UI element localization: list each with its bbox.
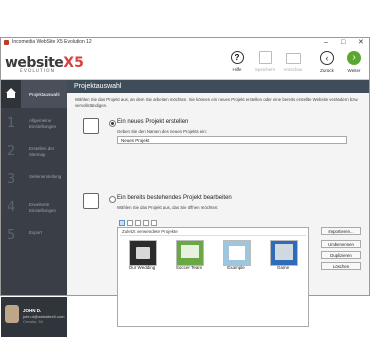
toolbar: websiteX5 EVOLUTION ? Hilfe Speichern Vo… — [1, 48, 369, 80]
project-thumbnail-soccer[interactable] — [176, 240, 204, 266]
page-header: Projektauswahl — [67, 80, 369, 93]
existing-project-label: Ein bereits bestehendes Projekt bearbeit… — [117, 195, 232, 201]
arrow-left-icon: ‹ — [320, 51, 334, 65]
next-button[interactable]: › Weiter — [341, 51, 367, 73]
project-list-caption: Zuletzt verwendete Projekte — [122, 229, 178, 234]
logo: websiteX5 EVOLUTION — [5, 55, 84, 74]
help-button[interactable]: ? Hilfe — [224, 51, 250, 72]
sidebar-item-project-selection[interactable]: Projektauswahl — [1, 80, 67, 108]
avatar — [5, 305, 19, 323]
new-project-prompt: Geben Sie den Namen des neuen Projekts e… — [117, 129, 207, 134]
new-project-radio[interactable] — [109, 120, 116, 127]
project-thumbnail-example[interactable] — [223, 240, 251, 266]
sidebar-item-export[interactable]: 5 Export — [1, 222, 67, 250]
app-icon — [4, 40, 9, 45]
view-grid-icon[interactable] — [127, 220, 133, 226]
view-thumbnails-icon[interactable] — [119, 220, 125, 226]
existing-project-prompt: Wählen Sie das Projekt aus, das Sie öffn… — [117, 205, 219, 210]
view-details-icon[interactable] — [143, 220, 149, 226]
window-title: Incomedia WebSite X5 Evolution 12 — [12, 39, 92, 45]
maximize-icon[interactable]: □ — [341, 38, 345, 48]
intro-text: Wählen Sie das Projekt aus, an dem Sie a… — [75, 97, 359, 108]
page-title: Projektauswahl — [74, 83, 122, 90]
user-profile: JOHN D. john.d@websitex5.com Creator, 34 — [1, 297, 67, 337]
sidebar-item-sitemap[interactable]: 2 Erstellen der Sitemap — [1, 138, 67, 166]
close-icon[interactable]: ✕ — [358, 38, 364, 48]
back-button[interactable]: ‹ Zurück — [314, 51, 340, 73]
project-name-field[interactable]: Neues Projekt — [117, 136, 347, 144]
delete-button[interactable]: Löschen — [321, 262, 361, 270]
new-project-label: Ein neues Projekt erstellen — [117, 119, 189, 125]
sidebar-item-general-settings[interactable]: 1 Allgemeine Einstellungen — [1, 110, 67, 138]
preview-button[interactable]: Vorschau — [280, 51, 306, 72]
sidebar-item-advanced-settings[interactable]: 4 Erweiterte Einstellungen — [1, 194, 67, 222]
project-list: Zuletzt verwendete Projekte Our Wedding … — [117, 227, 309, 327]
duplicate-button[interactable]: Duplizieren — [321, 251, 361, 259]
project-label-example[interactable]: Example — [216, 265, 256, 270]
sidebar: Projektauswahl 1 Allgemeine Einstellunge… — [1, 80, 67, 337]
project-label-game[interactable]: Game — [263, 265, 303, 270]
save-icon — [258, 51, 272, 64]
open-project-icon — [83, 193, 99, 209]
project-label-soccer[interactable]: Soccer Team — [169, 265, 209, 270]
sidebar-item-page-creation[interactable]: 3 Seitenerstellung — [1, 166, 67, 194]
home-icon — [1, 80, 21, 108]
view-tiles-icon[interactable] — [151, 220, 157, 226]
existing-project-radio[interactable] — [109, 196, 116, 203]
new-project-icon — [83, 118, 99, 134]
save-button[interactable]: Speichern — [252, 51, 278, 72]
import-button[interactable]: Importieren... — [321, 227, 361, 235]
view-list-icon[interactable] — [135, 220, 141, 226]
project-thumbnail-wedding[interactable] — [129, 240, 157, 266]
arrow-right-icon: › — [347, 51, 361, 65]
app-window: Incomedia WebSite X5 Evolution 12 – □ ✕ … — [0, 37, 370, 337]
minimize-icon[interactable]: – — [324, 38, 328, 48]
project-thumbnail-game[interactable] — [270, 240, 298, 266]
help-icon: ? — [230, 51, 244, 64]
main-content: Projektauswahl Wählen Sie das Projekt au… — [67, 80, 369, 327]
monitor-icon — [285, 53, 301, 64]
rename-button[interactable]: Umbenennen — [321, 240, 361, 248]
project-label-wedding[interactable]: Our Wedding — [122, 265, 162, 270]
